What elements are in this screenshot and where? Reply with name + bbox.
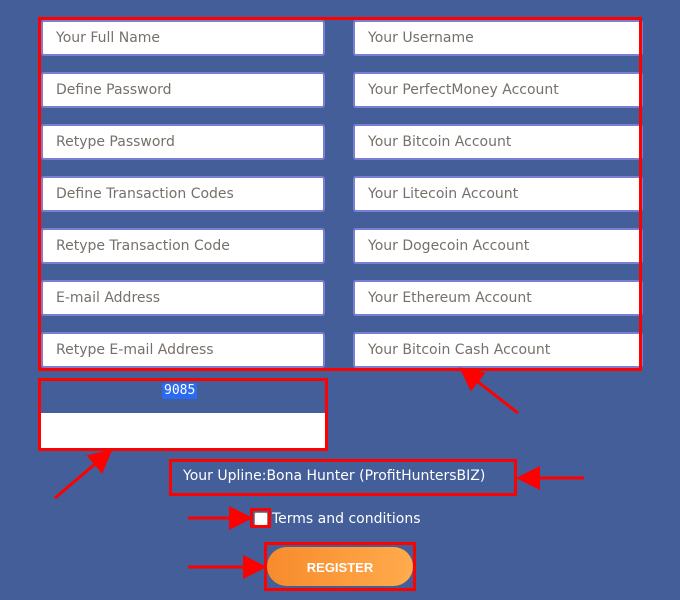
arrow-to-captcha: [54, 449, 113, 500]
perfectmoney-account-input[interactable]: Your PerfectMoney Account: [353, 72, 643, 108]
retype-email-input[interactable]: Retype E-mail Address: [41, 332, 325, 368]
captcha-code: 9085: [162, 383, 198, 399]
arrow-to-fields: [459, 367, 519, 415]
define-password-input[interactable]: Define Password: [41, 72, 325, 108]
dogecoin-account-input[interactable]: Your Dogecoin Account: [353, 228, 643, 264]
register-button[interactable]: REGISTER: [267, 547, 413, 586]
ethereum-account-input[interactable]: Your Ethereum Account: [353, 280, 643, 316]
email-input[interactable]: E-mail Address: [41, 280, 325, 316]
litecoin-account-input[interactable]: Your Litecoin Account: [353, 176, 643, 212]
upline-text: Your Upline:Bona Hunter (ProfitHuntersBI…: [183, 468, 486, 484]
define-transaction-code-input[interactable]: Define Transaction Codes: [41, 176, 325, 212]
username-input[interactable]: Your Username: [353, 20, 643, 56]
full-name-input[interactable]: Your Full Name: [41, 20, 325, 56]
bitcoin-account-input[interactable]: Your Bitcoin Account: [353, 124, 643, 160]
terms-checkbox[interactable]: [254, 512, 268, 526]
retype-password-input[interactable]: Retype Password: [41, 124, 325, 160]
bitcoin-cash-account-input[interactable]: Your Bitcoin Cash Account: [353, 332, 643, 368]
captcha-input[interactable]: [41, 413, 325, 448]
retype-transaction-code-input[interactable]: Retype Transaction Code: [41, 228, 325, 264]
terms-label[interactable]: Terms and conditions: [272, 511, 421, 527]
